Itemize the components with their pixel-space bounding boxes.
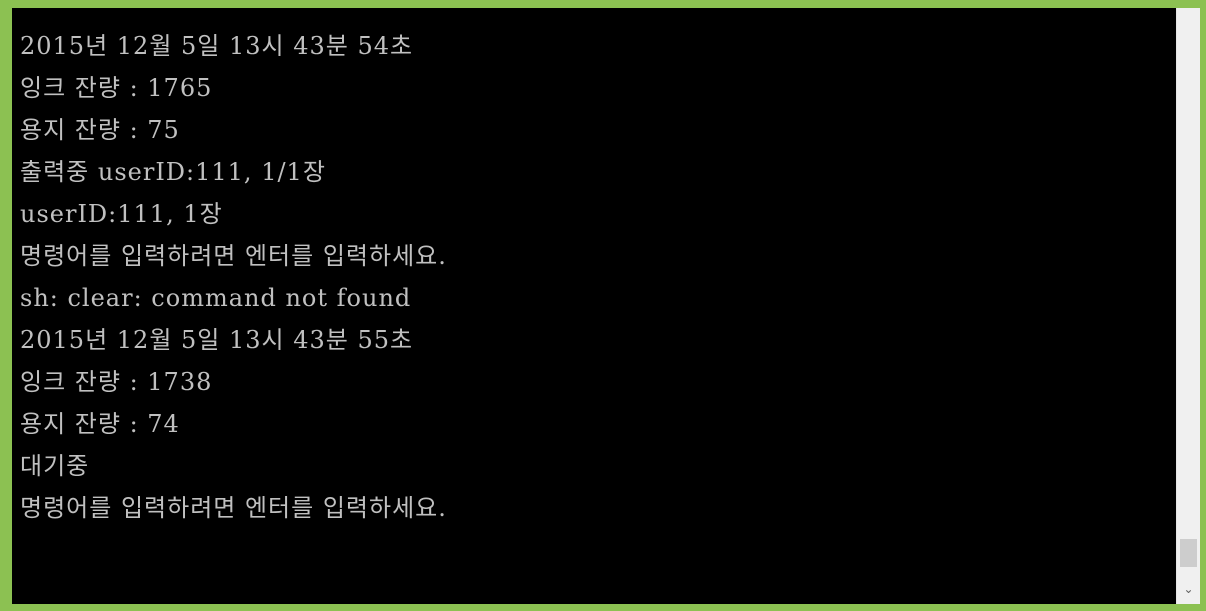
console-line: 잉크 잔량 : 1765 <box>20 74 213 102</box>
console-window: 2015년 12월 5일 13시 43분 54초 잉크 잔량 : 1765 용지… <box>12 8 1200 604</box>
console-output[interactable]: 2015년 12월 5일 13시 43분 54초 잉크 잔량 : 1765 용지… <box>12 8 1176 604</box>
chevron-down-icon[interactable]: ⌄ <box>1177 578 1200 600</box>
console-line: sh: clear: command not found <box>20 284 412 312</box>
console-line: 용지 잔량 : 74 <box>20 410 180 438</box>
console-lines: 2015년 12월 5일 13시 43분 54초 잉크 잔량 : 1765 용지… <box>20 25 447 529</box>
vertical-scrollbar[interactable]: ⌄ <box>1176 8 1200 604</box>
console-line: 명령어를 입력하려면 엔터를 입력하세요. <box>20 242 447 270</box>
console-line: 용지 잔량 : 75 <box>20 116 180 144</box>
console-line: 2015년 12월 5일 13시 43분 55초 <box>20 326 414 354</box>
console-line: 2015년 12월 5일 13시 43분 54초 <box>20 32 414 60</box>
scrollbar-thumb[interactable] <box>1180 539 1197 567</box>
console-line: 출력중 userID:111, 1/1장 <box>20 158 326 186</box>
console-line: 잉크 잔량 : 1738 <box>20 368 213 396</box>
console-line: userID:111, 1장 <box>20 200 223 228</box>
console-line: 대기중 <box>20 452 90 480</box>
console-line: 명령어를 입력하려면 엔터를 입력하세요. <box>20 494 447 522</box>
window-frame: 2015년 12월 5일 13시 43분 54초 잉크 잔량 : 1765 용지… <box>0 0 1206 611</box>
